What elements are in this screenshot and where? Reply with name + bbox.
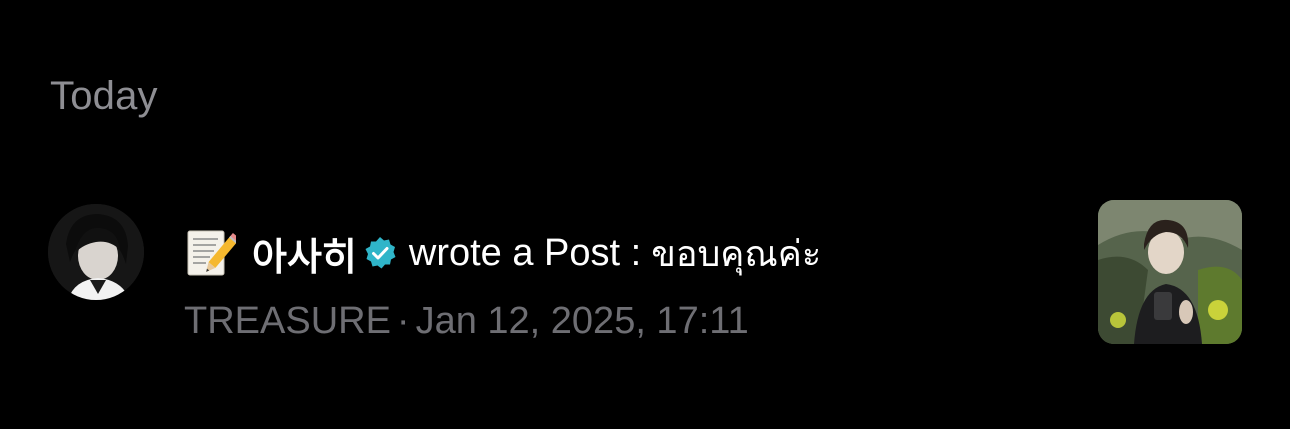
author-avatar[interactable] (48, 204, 144, 300)
notification-action: wrote a Post : (408, 231, 642, 274)
memo-pencil-icon (184, 227, 240, 279)
notification-item[interactable]: 아사히 wrote a Post : ขอบคุณค่ะ TREASURE · Ja… (0, 196, 1290, 356)
timestamp: Jan 12, 2025, 17:11 (415, 300, 749, 342)
post-thumbnail[interactable] (1098, 200, 1242, 344)
group-name: TREASURE (184, 300, 391, 342)
section-header-today: Today (50, 74, 158, 118)
verified-badge-icon (363, 236, 397, 270)
meta-separator: · (396, 300, 410, 342)
post-preview: ขอบคุณค่ะ (651, 233, 822, 275)
author-name[interactable]: 아사히 (252, 226, 357, 281)
notification-headline: 아사히 wrote a Post : ขอบคุณค่ะ (184, 218, 1064, 288)
notification-meta: TREASURE · Jan 12, 2025, 17:11 (184, 300, 1064, 343)
notification-content: 아사히 wrote a Post : ขอบคุณค่ะ TREASURE · Ja… (184, 218, 1064, 343)
